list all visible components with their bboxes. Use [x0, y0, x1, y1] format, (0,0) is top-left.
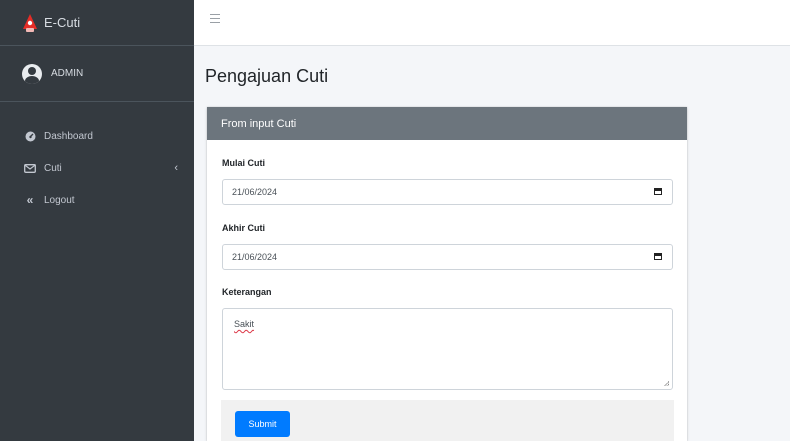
- user-panel[interactable]: ADMIN: [0, 46, 194, 102]
- end-date-value: 21/06/2024: [232, 252, 278, 262]
- envelope-icon: [24, 163, 36, 173]
- note-label: Keterangan: [222, 287, 272, 297]
- tachometer-icon: [24, 131, 36, 142]
- avatar: [22, 63, 42, 84]
- calendar-icon[interactable]: [654, 253, 662, 260]
- sidebar-nav: Dashboard Cuti ‹ « Logout: [0, 102, 194, 216]
- end-date-label: Akhir Cuti: [222, 223, 266, 233]
- start-date-value: 21/06/2024: [232, 187, 278, 197]
- note-value: Sakit: [234, 319, 255, 329]
- sidebar-item-cuti[interactable]: Cuti ‹: [0, 152, 194, 184]
- resize-handle-icon[interactable]: [664, 381, 669, 386]
- sidebar: E-Cuti ADMIN Dashboard Cuti ‹ « Logout: [0, 0, 194, 441]
- brand-logo-icon: [23, 13, 37, 32]
- card-header: From input Cuti: [207, 107, 687, 140]
- note-textarea[interactable]: Sakit: [222, 308, 673, 390]
- sidebar-item-dashboard[interactable]: Dashboard: [0, 120, 194, 152]
- page-title: Pengajuan Cuti: [205, 66, 329, 86]
- menu-toggle-icon[interactable]: [210, 14, 220, 24]
- brand[interactable]: E-Cuti: [0, 0, 194, 46]
- sidebar-item-label: Logout: [44, 194, 75, 206]
- sidebar-item-label: Cuti: [44, 162, 62, 174]
- brand-name: E-Cuti: [44, 15, 81, 30]
- submit-button[interactable]: Submit: [235, 411, 290, 437]
- double-chevron-left-icon: «: [26, 193, 34, 207]
- chevron-left-icon[interactable]: ‹: [174, 162, 178, 174]
- topbar: [194, 0, 790, 46]
- calendar-icon[interactable]: [654, 188, 662, 195]
- end-date-input[interactable]: 21/06/2024: [222, 244, 673, 270]
- sidebar-item-logout[interactable]: « Logout: [0, 184, 194, 216]
- leave-form-card: From input Cuti Mulai Cuti 21/06/2024 Ak…: [207, 107, 687, 441]
- card-footer: Submit: [221, 400, 674, 441]
- user-name: ADMIN: [51, 68, 84, 79]
- start-date-label: Mulai Cuti: [222, 158, 265, 168]
- sidebar-item-label: Dashboard: [44, 130, 93, 142]
- start-date-input[interactable]: 21/06/2024: [222, 179, 673, 205]
